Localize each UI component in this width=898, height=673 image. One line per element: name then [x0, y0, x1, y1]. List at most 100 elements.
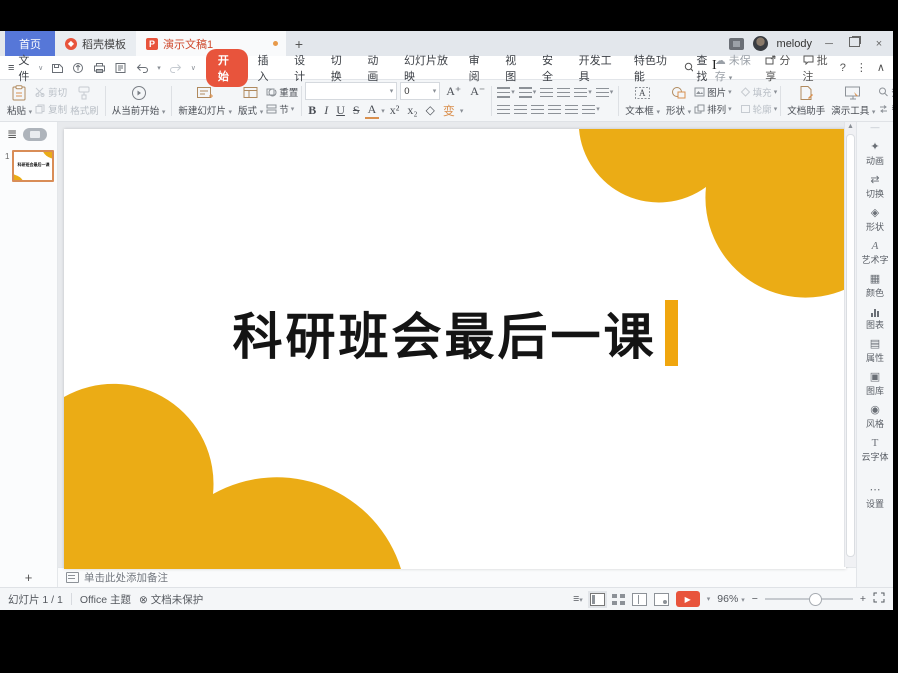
sidebar-item-wordart[interactable]: A 艺术字: [861, 241, 888, 266]
collapse-ribbon-icon[interactable]: ∧: [877, 61, 885, 74]
tab-review[interactable]: 审阅: [460, 50, 497, 86]
doc-assistant-button[interactable]: 文档助手: [784, 82, 828, 120]
save-icon[interactable]: [51, 62, 64, 74]
normal-view-button[interactable]: [590, 593, 605, 606]
sidebar-item-animation[interactable]: ✦ 动画: [866, 142, 884, 167]
format-painter-button[interactable]: 格式刷: [67, 82, 102, 120]
underline-button[interactable]: U: [333, 103, 348, 118]
decrease-indent-button[interactable]: [538, 86, 555, 99]
add-slide-button[interactable]: +: [0, 568, 57, 587]
find-menu-button[interactable]: 查找: [684, 52, 715, 84]
bullets-button[interactable]: ▾: [495, 86, 517, 99]
sidebar-grip[interactable]: —: [871, 124, 880, 134]
scroll-up-icon[interactable]: ▲: [845, 123, 856, 130]
file-menu[interactable]: ≡ 文件 ∨: [8, 52, 43, 84]
sidebar-item-cloud-fonts[interactable]: T 云字体: [861, 438, 888, 463]
distribute-button[interactable]: [563, 103, 580, 116]
tab-animation[interactable]: 动画: [358, 50, 395, 86]
undo-dropdown-icon[interactable]: ▾: [157, 64, 161, 72]
user-avatar[interactable]: [753, 36, 768, 51]
text-box-button[interactable]: A 文本框 ▾: [622, 82, 663, 120]
slide-title-text[interactable]: 科研班会最后一课: [232, 297, 656, 369]
text-direction-button[interactable]: ▾: [580, 103, 602, 116]
tab-design[interactable]: 设计: [285, 50, 322, 86]
slide-sorter-view-button[interactable]: [612, 594, 625, 605]
sidebar-item-properties[interactable]: ▤ 属性: [866, 339, 884, 364]
reset-button[interactable]: 重置: [266, 85, 298, 99]
new-slide-button[interactable]: 新建幻灯片 ▾: [175, 82, 235, 120]
sidebar-item-style[interactable]: ◉ 风格: [866, 405, 884, 430]
sidebar-item-settings[interactable]: ⋯ 设置: [866, 485, 884, 510]
bold-button[interactable]: B: [305, 103, 319, 118]
tab-transition[interactable]: 切换: [322, 50, 359, 86]
tab-insert[interactable]: 插入: [248, 50, 285, 86]
restore-button[interactable]: [846, 37, 862, 50]
cut-button[interactable]: 剪切: [35, 85, 67, 99]
outline-button[interactable]: 轮廓 ▾: [740, 102, 778, 116]
arrange-button[interactable]: 排列 ▾: [694, 102, 732, 116]
thumbnail-view-toggle[interactable]: [23, 128, 47, 141]
slide-1[interactable]: 科研班会最后一课: [64, 129, 846, 569]
vertical-scrollbar[interactable]: ▲: [844, 122, 856, 567]
font-color-dropdown-icon[interactable]: ▾: [381, 107, 385, 115]
layout-button[interactable]: 版式 ▾: [235, 82, 266, 120]
slide-thumbnail-1[interactable]: 科研班会最后一课: [12, 150, 54, 182]
text-effects-button[interactable]: ◇: [423, 103, 438, 118]
slideshow-play-button[interactable]: ▶: [676, 591, 700, 607]
zoom-slider[interactable]: [765, 598, 853, 600]
share-button[interactable]: 分享: [765, 52, 792, 84]
print-preview-icon[interactable]: [114, 62, 127, 74]
pen-view-button[interactable]: [654, 593, 669, 606]
theme-name[interactable]: Office 主题: [80, 592, 131, 607]
notes-bar[interactable]: 单击此处添加备注: [58, 567, 856, 587]
fit-slide-icon[interactable]: [873, 592, 885, 606]
subscript-button[interactable]: x₂: [404, 103, 420, 118]
align-center-button[interactable]: [512, 103, 529, 116]
sidebar-item-gallery[interactable]: ▣ 图库: [866, 372, 884, 397]
tab-docer-templates[interactable]: ◆ 稻壳模板: [55, 31, 136, 56]
paste-button[interactable]: 粘贴 ▾: [4, 82, 35, 120]
italic-button[interactable]: I: [321, 103, 331, 118]
scrollbar-thumb[interactable]: [846, 134, 855, 557]
more-menu-icon[interactable]: ⋮: [856, 61, 867, 74]
superscript-button[interactable]: x²: [387, 103, 403, 118]
zoom-level[interactable]: 96% ▾: [717, 593, 744, 605]
replace-button[interactable]: 替换 ▾: [878, 102, 893, 116]
play-options-icon[interactable]: ▾: [707, 595, 711, 603]
align-right-button[interactable]: [529, 103, 546, 116]
highlight-dropdown-icon[interactable]: ▾: [460, 107, 464, 115]
outline-view-icon[interactable]: ≣: [7, 127, 17, 141]
increase-font-icon[interactable]: A⁺: [443, 84, 464, 99]
close-button[interactable]: ×: [871, 38, 887, 50]
zoom-out-button[interactable]: −: [752, 593, 758, 605]
section-button[interactable]: 节 ▾: [266, 102, 298, 116]
more-commands-icon[interactable]: ∨: [191, 64, 196, 72]
tab-view[interactable]: 视图: [496, 50, 533, 86]
find-button[interactable]: 查找: [878, 85, 893, 99]
sidebar-item-charts[interactable]: 图表: [866, 307, 884, 331]
window-layout-icon[interactable]: [729, 38, 744, 50]
line-spacing-button[interactable]: ▾: [572, 86, 594, 99]
tab-devtools[interactable]: 开发工具: [570, 50, 625, 86]
tab-special-features[interactable]: 特色功能: [625, 50, 680, 86]
sidebar-item-shapes[interactable]: ◈ 形状: [866, 208, 884, 233]
print-icon[interactable]: [93, 62, 106, 74]
unsaved-status[interactable]: ☁ 未保存 ▾: [715, 52, 756, 84]
zoom-in-button[interactable]: +: [860, 593, 866, 605]
export-icon[interactable]: [72, 62, 85, 74]
present-tools-button[interactable]: 演示工具 ▾: [828, 82, 878, 120]
fill-button[interactable]: 填充 ▾: [740, 85, 778, 99]
notes-toggle-icon[interactable]: ≡▾: [573, 593, 583, 605]
minimize-button[interactable]: ─: [821, 38, 837, 50]
decrease-font-icon[interactable]: A⁻: [467, 84, 488, 99]
tab-slideshow[interactable]: 幻灯片放映: [395, 50, 460, 86]
columns-button[interactable]: ▾: [594, 86, 616, 99]
redo-icon[interactable]: [169, 62, 183, 73]
picture-button[interactable]: 图片 ▾: [694, 85, 732, 99]
zoom-slider-knob[interactable]: [809, 593, 822, 606]
play-from-current-button[interactable]: 从当前开始 ▾: [109, 82, 169, 120]
copy-button[interactable]: 复制: [35, 102, 67, 116]
strikethrough-button[interactable]: S: [350, 103, 363, 118]
justify-button[interactable]: [546, 103, 563, 116]
comment-button[interactable]: 批注: [803, 52, 830, 84]
